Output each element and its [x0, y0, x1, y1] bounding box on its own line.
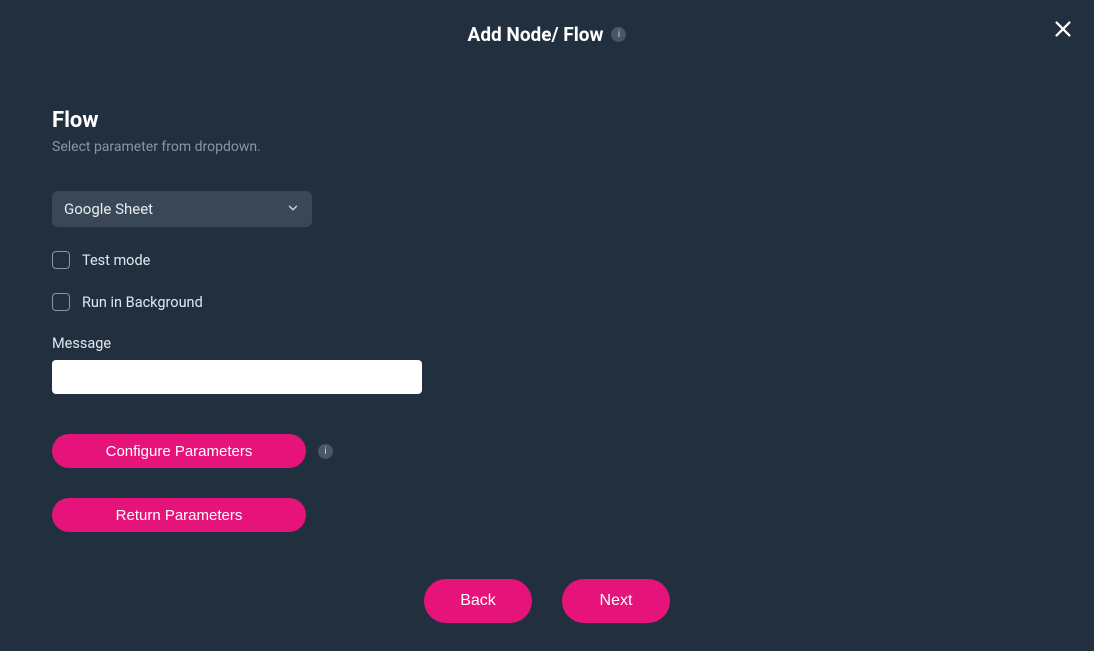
run-background-checkbox[interactable] — [52, 293, 70, 311]
section-title: Flow — [52, 108, 1042, 133]
message-label: Message — [52, 335, 1042, 352]
configure-parameters-button[interactable]: Configure Parameters — [52, 434, 306, 468]
run-background-row: Run in Background — [52, 293, 1042, 311]
modal-title: Add Node/ Flow — [468, 23, 604, 46]
info-icon[interactable]: i — [318, 444, 333, 459]
close-icon — [1052, 18, 1074, 40]
close-button[interactable] — [1048, 14, 1078, 47]
dropdown-selected-value: Google Sheet — [64, 200, 286, 218]
section-subtitle: Select parameter from dropdown. — [52, 139, 1042, 155]
modal-header: Add Node/ Flow i — [0, 0, 1094, 56]
back-button[interactable]: Back — [424, 579, 532, 623]
return-parameters-button[interactable]: Return Parameters — [52, 498, 306, 532]
test-mode-label: Test mode — [82, 252, 150, 269]
configure-row: Configure Parameters i — [52, 434, 1042, 468]
message-input[interactable] — [52, 360, 422, 394]
parameter-dropdown[interactable]: Google Sheet — [52, 191, 312, 227]
chevron-down-icon — [286, 200, 300, 219]
info-icon[interactable]: i — [611, 27, 626, 42]
return-row: Return Parameters — [52, 498, 1042, 532]
footer: Back Next — [0, 579, 1094, 623]
modal-title-wrap: Add Node/ Flow i — [468, 23, 627, 46]
message-field-group: Message — [52, 335, 1042, 434]
run-background-label: Run in Background — [82, 294, 203, 311]
test-mode-checkbox[interactable] — [52, 251, 70, 269]
next-button[interactable]: Next — [562, 579, 670, 623]
content-area: Flow Select parameter from dropdown. Goo… — [0, 56, 1094, 532]
test-mode-row: Test mode — [52, 251, 1042, 269]
